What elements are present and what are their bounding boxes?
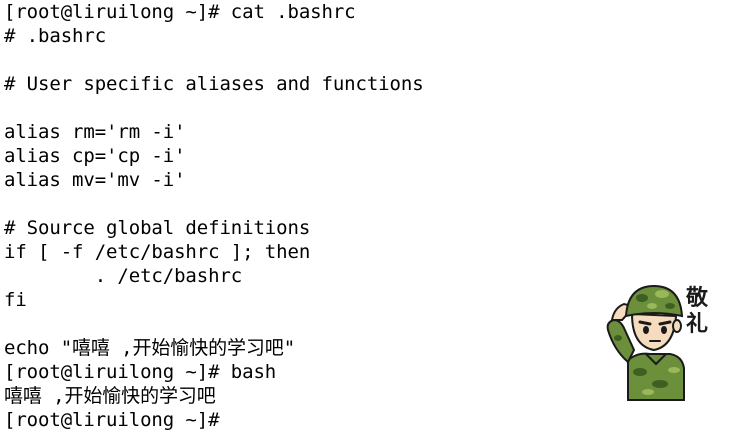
terminal-line-if: if [ -f /etc/bashrc ]; then <box>4 241 311 263</box>
terminal-line-echo: echo "嘻嘻 ,开始愉快的学习吧" <box>4 337 296 359</box>
terminal-line-fi: fi <box>4 289 27 311</box>
terminal-line-prompt-cat: [root@liruilong ~]# cat .bashrc <box>4 1 356 23</box>
saluting-soldier-sticker: 敬 礼 <box>598 280 728 405</box>
sticker-caption-line1: 敬 <box>685 286 708 311</box>
terminal-output[interactable]: [root@liruilong ~]# cat .bashrc # .bashr… <box>4 0 604 437</box>
terminal-line-alias-cp: alias cp='cp -i' <box>4 145 186 167</box>
terminal-line-comment-bashrc: # .bashrc <box>4 25 107 47</box>
terminal-line-prompt-current: [root@liruilong ~]# <box>4 409 220 431</box>
sticker-caption: 敬 礼 <box>682 286 712 338</box>
terminal-line-comment-source: # Source global definitions <box>4 217 311 239</box>
terminal-line-alias-mv: alias mv='mv -i' <box>4 169 186 191</box>
terminal-line-alias-rm: alias rm='rm -i' <box>4 121 186 143</box>
terminal-line-echo-output: 嘻嘻 ,开始愉快的学习吧 <box>4 385 216 407</box>
terminal-line-prompt-bash: [root@liruilong ~]# bash <box>4 361 277 383</box>
terminal-line-source-bashrc: . /etc/bashrc <box>4 265 243 287</box>
terminal-line-comment-aliases: # User specific aliases and functions <box>4 73 424 95</box>
sticker-caption-line2: 礼 <box>685 312 708 337</box>
